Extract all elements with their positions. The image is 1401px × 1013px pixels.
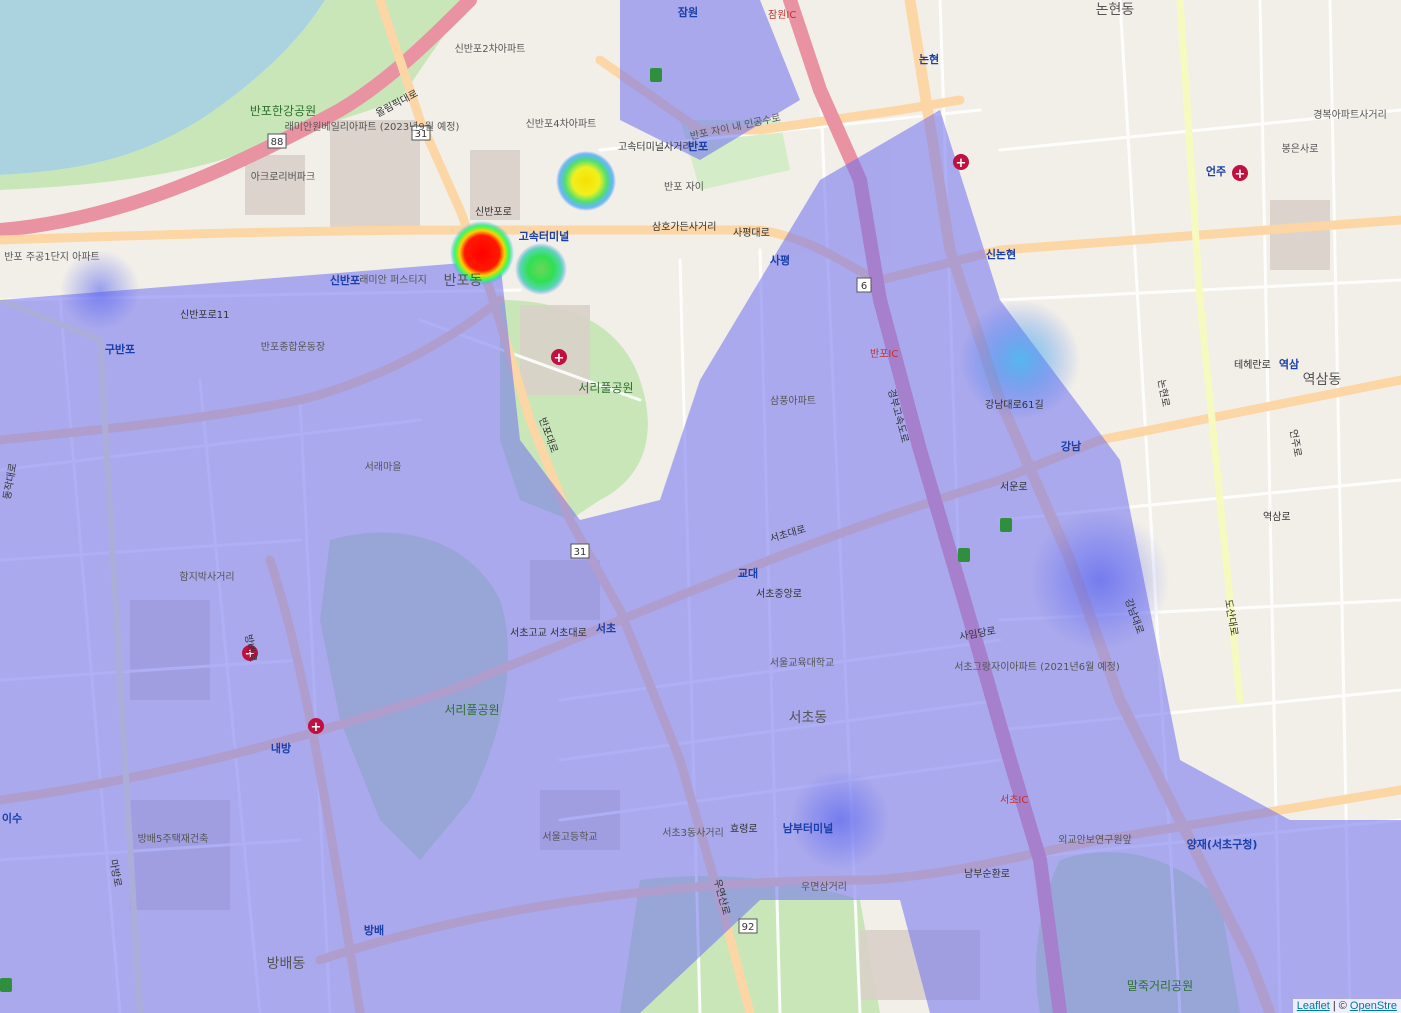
- golf-icon[interactable]: [958, 548, 970, 562]
- poi-label: 우면삼거리: [801, 881, 847, 893]
- svg-text:+: +: [1235, 167, 1246, 182]
- road-label: 잠원IC: [768, 9, 796, 21]
- station-label[interactable]: 구반포: [105, 342, 135, 356]
- station-label[interactable]: 남부터미널: [783, 821, 834, 835]
- shield-text: 31: [574, 547, 587, 558]
- poi-label: 래미안원베일리아파트 (2023년9월 예정): [285, 121, 460, 133]
- road-label: 효령로: [730, 823, 758, 835]
- poi-label: 신반포4차아파트: [526, 118, 597, 130]
- svg-text:+: +: [554, 351, 565, 366]
- poi-label: 래미안 퍼스티지: [359, 274, 427, 286]
- station-label[interactable]: 방배: [364, 923, 384, 937]
- area-label: 방배동: [267, 956, 306, 972]
- poi-label: 봉은사로: [1282, 143, 1319, 155]
- station-label[interactable]: 교대: [738, 566, 758, 580]
- area-label: 반포한강공원: [250, 104, 316, 118]
- poi-label: 방배5주택재건축: [138, 833, 209, 845]
- road-label: 삼호가든사거리: [652, 221, 716, 233]
- poi-label: 서초3동사거리: [662, 827, 724, 839]
- shield-text: 88: [271, 137, 284, 148]
- road-label: 남부순환로: [964, 868, 1010, 880]
- road-label: 신반포로11: [180, 309, 230, 321]
- poi-label: 삼풍아파트: [770, 395, 816, 407]
- poi-label: 반포 주공1단지 아파트: [4, 251, 100, 263]
- station-label[interactable]: 언주: [1206, 165, 1226, 178]
- station-label[interactable]: 논현: [919, 52, 939, 66]
- area-label: 서리풀공원: [444, 703, 499, 717]
- map-attribution: Leaflet | © OpenStre: [1292, 999, 1401, 1013]
- road-label: 고속터미널사거리: [618, 141, 692, 153]
- poi-label: 서래마을: [365, 461, 402, 473]
- area-label: 반포동: [444, 273, 483, 289]
- route-shield: 6: [856, 277, 872, 293]
- poi-label: 반포종합운동장: [261, 341, 325, 353]
- road-label: 서초IC: [1000, 794, 1028, 806]
- shield-text: 6: [861, 281, 867, 292]
- poi-label: 서울고등학교: [542, 831, 597, 843]
- hot-yellow[interactable]: [556, 151, 616, 211]
- station-label[interactable]: 신논현: [986, 247, 1016, 261]
- road-label: 신반포로: [475, 206, 512, 218]
- svg-text:+: +: [311, 720, 322, 735]
- poi-label: 아크로리버파크: [251, 171, 315, 183]
- area-label: 논현동: [1096, 2, 1135, 18]
- poi-label: 서초그랑자이아파트 (2021년6월 예정): [954, 661, 1120, 673]
- station-label[interactable]: 이수: [2, 811, 22, 825]
- svg-text:+: +: [956, 156, 967, 171]
- station-label[interactable]: 고속터미널: [519, 229, 570, 243]
- road-label: 서초중앙로: [756, 588, 802, 600]
- station-label[interactable]: 잠원: [678, 5, 698, 19]
- road-label: 테헤란로: [1234, 359, 1271, 371]
- map-canvas[interactable]: + + + + + 31 88 31 6 92 반포동 서초동 방배동 역삼동 …: [0, 0, 1401, 1013]
- station-label[interactable]: 신반포: [330, 273, 360, 287]
- heat-blue-seocho: [1030, 510, 1170, 650]
- station-label[interactable]: 서초: [596, 621, 616, 635]
- road-label: 서운로: [1000, 481, 1028, 493]
- area-label: 서초동: [789, 710, 828, 726]
- hot-green[interactable]: [515, 243, 567, 295]
- road-label: 사평대로: [733, 227, 770, 239]
- leaflet-link[interactable]: Leaflet: [1297, 1000, 1330, 1012]
- station-label[interactable]: 양재(서초구청): [1187, 837, 1258, 851]
- golf-icon[interactable]: [0, 978, 12, 992]
- poi-label: 외교안보연구원앞: [1058, 834, 1132, 846]
- area-label: 역삼동: [1303, 372, 1342, 388]
- route-shield: 31: [570, 543, 590, 559]
- road-label: 서초고교 서초대로: [510, 627, 587, 639]
- route-shield: 92: [738, 918, 758, 934]
- station-label[interactable]: 역삼: [1279, 357, 1299, 371]
- golf-icon[interactable]: [650, 68, 662, 82]
- shield-text: 92: [742, 922, 755, 933]
- poi-label: 신반포2차아파트: [455, 43, 526, 55]
- poi-label: 함지박사거리: [179, 571, 234, 583]
- heat-blue-nambu: [790, 770, 890, 870]
- osm-link[interactable]: OpenStre: [1350, 1000, 1397, 1012]
- poi-label: 경복아파트사거리: [1313, 108, 1387, 121]
- station-label[interactable]: 사평: [770, 253, 790, 267]
- golf-icon[interactable]: [1000, 518, 1012, 532]
- station-label[interactable]: 내방: [271, 741, 291, 755]
- attribution-separator: | ©: [1329, 1000, 1350, 1012]
- road-label: 반포IC: [870, 348, 898, 360]
- station-label[interactable]: 강남: [1061, 439, 1081, 453]
- route-shield: 88: [267, 133, 287, 149]
- area-label: 서리풀공원: [578, 381, 633, 395]
- road-label: 강남대로61길: [985, 398, 1044, 411]
- road-label: 역삼로: [1263, 511, 1291, 523]
- area-label: 말죽거리공원: [1127, 979, 1193, 993]
- poi-label: 반포 자이: [664, 181, 704, 193]
- area-label: 서울교육대학교: [770, 657, 834, 669]
